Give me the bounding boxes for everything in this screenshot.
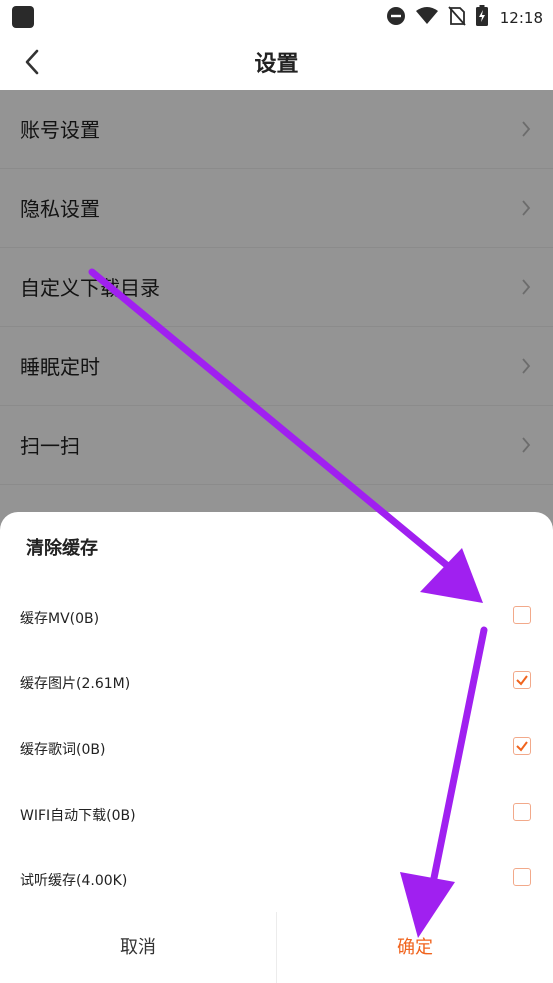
sheet-title: 清除缓存	[26, 538, 98, 559]
sheet-footer: 取消 确定	[0, 912, 553, 983]
status-time: 12:18	[499, 8, 543, 27]
option-label: 缓存歌词(0B)	[20, 742, 106, 758]
option-checkbox[interactable]	[513, 803, 531, 821]
option-checkbox[interactable]	[513, 737, 531, 755]
option-label: 缓存图片(2.61M)	[20, 676, 131, 692]
option-checkbox[interactable]	[513, 868, 531, 886]
status-bar: 12:18	[0, 0, 553, 32]
wifi-icon	[415, 6, 438, 29]
option-cache-images[interactable]: 缓存图片(2.61M)	[0, 654, 553, 710]
option-label: 缓存MV(0B)	[20, 611, 100, 627]
app-icon	[12, 6, 34, 28]
do-not-disturb-icon	[386, 6, 406, 30]
option-label: 试听缓存(4.00K)	[20, 873, 128, 889]
cancel-button[interactable]: 取消	[0, 912, 276, 983]
confirm-button[interactable]: 确定	[277, 912, 553, 983]
page-title: 设置	[254, 52, 299, 77]
status-icons: 12:18	[386, 5, 543, 30]
option-checkbox[interactable]	[513, 606, 531, 624]
option-preview-cache[interactable]: 试听缓存(4.00K)	[0, 851, 553, 907]
clear-cache-sheet: 清除缓存 缓存MV(0B) 缓存图片(2.61M) 缓存歌词(0B) WIFI自…	[0, 512, 553, 983]
checkmark-icon	[516, 675, 528, 686]
option-wifi-download[interactable]: WIFI自动下载(0B)	[0, 786, 553, 842]
option-checkbox[interactable]	[513, 671, 531, 689]
option-cache-lyrics[interactable]: 缓存歌词(0B)	[0, 720, 553, 776]
option-cache-mv[interactable]: 缓存MV(0B)	[0, 589, 553, 645]
battery-charging-icon	[475, 5, 488, 30]
checkmark-icon	[516, 741, 528, 752]
app-bar: 设置	[0, 32, 553, 90]
no-sim-icon	[448, 5, 466, 30]
option-label: WIFI自动下载(0B)	[20, 808, 136, 824]
